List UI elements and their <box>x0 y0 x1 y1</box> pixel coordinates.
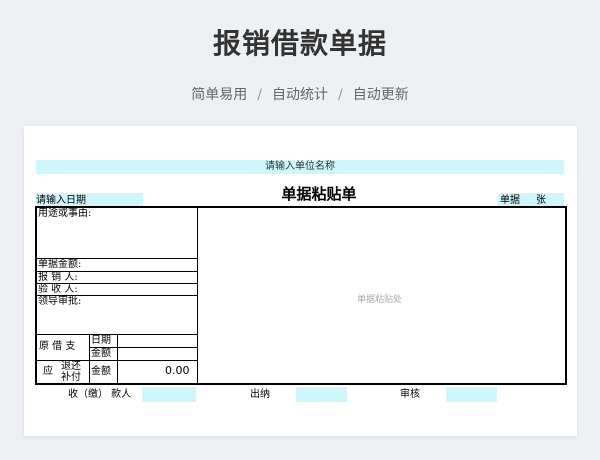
settle-label: 应 <box>43 366 53 377</box>
date-input[interactable]: 请输入日期 <box>36 193 143 207</box>
payee-label: 收（缴） 款人 <box>68 389 132 400</box>
checker-label: 验 收 人: <box>38 284 78 295</box>
cashier-input[interactable] <box>296 387 347 402</box>
reimburser-label: 报 销 人: <box>38 272 78 283</box>
unit-name-input[interactable]: 请输入单位名称 <box>36 160 564 174</box>
amount-label: 单据金额: <box>38 259 82 270</box>
doc-title: 单据粘贴单 <box>281 185 357 203</box>
cashier-label: 出纳 <box>250 389 270 400</box>
subtitle-item-easy: 简单易用 <box>191 87 248 103</box>
divider-v-inner <box>117 334 118 383</box>
payee-input[interactable] <box>142 387 196 402</box>
divider-v-inner <box>89 334 90 383</box>
subtitle-item-update: 自动更新 <box>352 87 409 103</box>
borrow-date-label: 日期 <box>91 335 111 346</box>
settle-money-label: 金额 <box>91 366 111 377</box>
page-subtitle: 简单易用 / 自动统计 / 自动更新 <box>0 84 600 104</box>
subtitle-separator: / <box>257 87 262 103</box>
purpose-label: 用途或事由: <box>38 208 92 219</box>
page-title: 报销借款单据 <box>212 27 387 60</box>
borrow-money-label: 金额 <box>91 348 111 359</box>
settle-amount-value: 0.00 <box>165 364 190 377</box>
divider-vertical-main <box>197 208 198 383</box>
subtitle-separator: / <box>338 87 343 103</box>
subtitle-item-stats: 自动统计 <box>272 87 328 103</box>
doc-count-field[interactable]: 单据 张 <box>498 193 564 207</box>
borrow-label: 原 借 支 <box>39 341 76 352</box>
reviewer-input[interactable] <box>446 387 497 402</box>
paste-hint: 单据粘贴处 <box>357 295 403 305</box>
reviewer-label: 审核 <box>400 389 420 400</box>
receipt-frame: 用途或事由: 单据金额: 报 销 人: 验 收 人: 领导审批: 原 借 支 日… <box>35 206 567 385</box>
leader-label: 领导审批: <box>38 296 82 307</box>
supplement-label: 补付 <box>61 372 81 383</box>
form-sheet: 请输入单位名称 请输入日期 单据粘贴单 单据 张 用途或事由: 单据金额: 报 … <box>24 126 577 436</box>
